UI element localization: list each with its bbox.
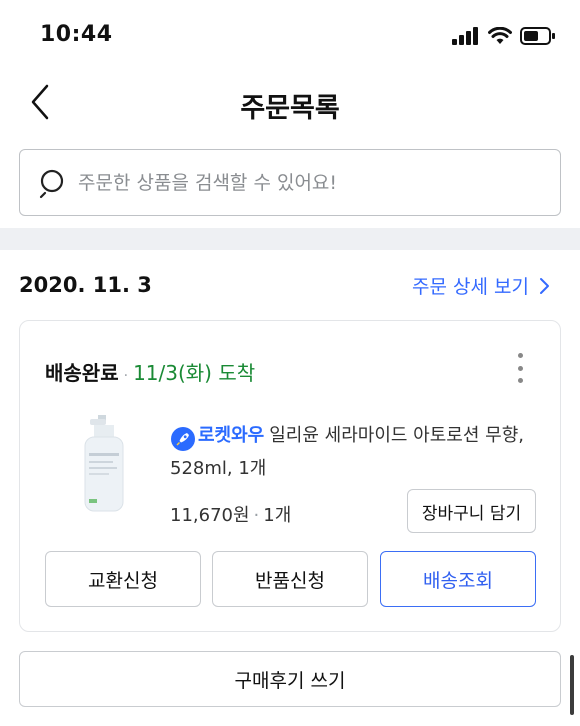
order-card: 배송완료 · 11/3(화) 도착 로켓와우 일리윤 세라마이드 아토로션 무향… [19, 320, 561, 632]
more-vertical-icon-dot [517, 365, 523, 371]
product-name-block[interactable]: 로켓와우 일리윤 세라마이드 아토로션 무향, 528ml, 1개 [170, 419, 540, 485]
exchange-request-button[interactable]: 교환신청 [45, 551, 201, 607]
status-time: 10:44 [40, 22, 113, 47]
separator-dot: · [123, 368, 129, 384]
chevron-right-icon [540, 277, 549, 294]
order-detail-link[interactable]: 주문 상세 보기 [412, 272, 550, 299]
scrollbar[interactable] [570, 655, 574, 715]
product-price: 11,670원 [170, 505, 250, 526]
delivery-status-label: 배송완료 [45, 361, 119, 385]
product-price-row: 11,670원 · 1개 [170, 501, 291, 527]
rocket-wow-badge: 로켓와우 [170, 419, 264, 452]
rocket-icon [171, 426, 195, 451]
status-icons [452, 24, 556, 48]
signal-icon [452, 27, 478, 45]
order-detail-link-label: 주문 상세 보기 [412, 276, 529, 298]
product-image[interactable] [60, 413, 150, 513]
search-box[interactable] [19, 149, 561, 216]
more-vertical-icon-dot [517, 353, 523, 358]
add-to-cart-button[interactable]: 장바구니 담기 [407, 489, 536, 533]
separator-dot: · [253, 505, 260, 526]
search-icon [39, 169, 64, 198]
wifi-icon [488, 27, 512, 44]
return-request-button[interactable]: 반품신청 [212, 551, 368, 607]
more-vertical-icon-dot [517, 378, 523, 383]
product-quantity: 1개 [263, 505, 292, 526]
track-delivery-button[interactable]: 배송조회 [380, 551, 536, 607]
search-input[interactable] [78, 171, 518, 194]
rocket-wow-label: 로켓와우 [198, 425, 265, 446]
section-divider [0, 228, 580, 250]
arrival-date: 11/3(화) 도착 [133, 361, 256, 385]
product-info: 로켓와우 일리윤 세라마이드 아토로션 무향, 528ml, 1개 [170, 419, 540, 485]
header: 주문목록 [0, 70, 580, 134]
battery-icon [520, 27, 555, 45]
page-title: 주문목록 [240, 93, 340, 124]
more-options-button[interactable] [514, 353, 526, 383]
delivery-status: 배송완료 · 11/3(화) 도착 [45, 357, 255, 386]
order-date: 2020. 11. 3 [19, 273, 152, 297]
status-bar: 10:44 [0, 0, 580, 70]
write-review-button[interactable]: 구매후기 쓰기 [19, 651, 561, 707]
